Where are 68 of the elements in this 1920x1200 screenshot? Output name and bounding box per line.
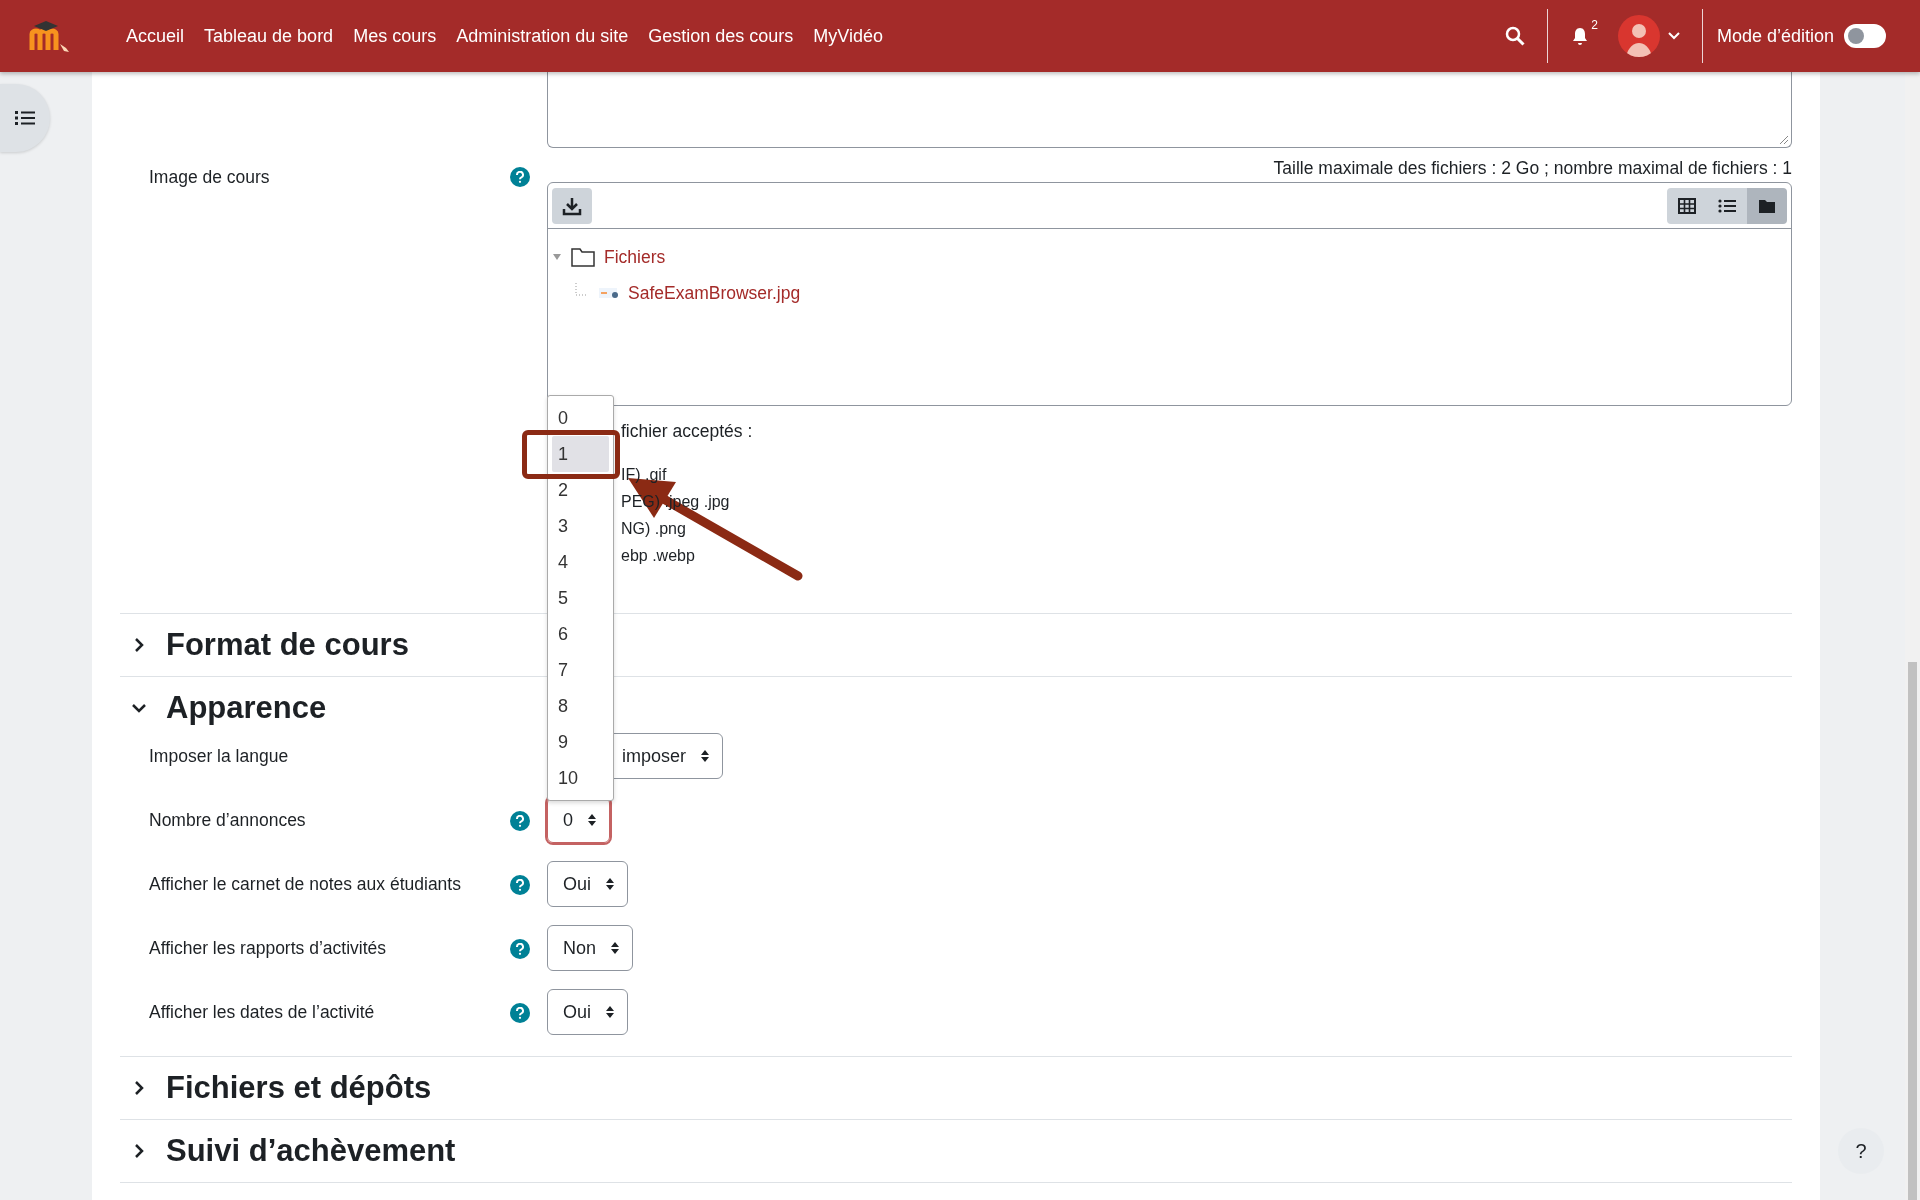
file-type-text: IF) .gif	[621, 465, 667, 485]
dropdown-option[interactable]: 7	[552, 652, 609, 688]
select-field[interactable]: 0	[547, 797, 610, 843]
edit-mode-label: Mode d’édition	[1716, 25, 1834, 47]
resize-grip-icon[interactable]	[1777, 133, 1789, 145]
dropdown-option[interactable]: 5	[552, 580, 609, 616]
section-heading[interactable]: Fichiers et dépôts	[166, 1070, 432, 1106]
caret-icon[interactable]	[1667, 32, 1680, 40]
file-limit-text: Taille maximale des fichiers : 2 Go ; nombre maximal de fichiers : 1	[1272, 157, 1792, 180]
folder-view-icon	[1758, 197, 1776, 214]
dropdown-option[interactable]: 0	[552, 400, 609, 436]
folder-link[interactable]: Fichiers	[604, 246, 666, 268]
dropdown-option[interactable]: 4	[552, 544, 609, 580]
dropdown-option[interactable]: 6	[552, 616, 609, 652]
help-icon[interactable]	[510, 167, 530, 187]
help-button[interactable]: ?	[1838, 1128, 1884, 1174]
list-icon	[15, 110, 35, 126]
select-field[interactable]: Non	[547, 925, 634, 971]
field-label: Nombre d’annonces	[149, 809, 307, 832]
field-label: Afficher les rapports d’activités	[149, 937, 387, 960]
dropdown-option[interactable]: 3	[552, 508, 609, 544]
select-field[interactable]: Oui	[547, 861, 628, 907]
dropdown-option[interactable]: 8	[552, 688, 609, 724]
help-icon[interactable]	[510, 811, 530, 831]
scrollbar-thumb[interactable]	[1908, 662, 1917, 1200]
drawer-toggle-button[interactable]	[0, 84, 50, 152]
nav-link[interactable]: Gestion des cours	[638, 25, 804, 47]
file-type-text: ebp .webp	[621, 546, 695, 566]
file-link[interactable]: SafeExamBrowser.jpg	[628, 282, 801, 304]
section-heading[interactable]: Suivi d’achèvement	[166, 1133, 456, 1169]
nav-link[interactable]: MyVidéo	[803, 25, 894, 47]
download-button[interactable]	[552, 187, 592, 224]
user-avatar[interactable]	[1617, 15, 1660, 57]
section-heading[interactable]: Format de cours	[166, 627, 409, 663]
sort-caret-icon	[700, 749, 711, 763]
nav-link[interactable]: Tableau de bord	[194, 25, 344, 47]
notification-count: 2	[1591, 18, 1598, 32]
edit-mode-toggle[interactable]	[1844, 24, 1886, 48]
download-icon	[562, 195, 582, 216]
folder-icon	[570, 246, 596, 268]
search-icon[interactable]	[1504, 26, 1525, 46]
section-heading[interactable]: Apparence	[166, 690, 327, 726]
file-type-text: NG) .png	[621, 519, 686, 539]
accepted-types-label: fichier acceptés :	[621, 420, 753, 443]
field-label: Afficher les dates de l’activité	[149, 1001, 376, 1024]
expanded-triangle-icon[interactable]	[552, 252, 562, 262]
sort-caret-icon	[605, 1005, 615, 1019]
dropdown-option[interactable]: 2	[552, 472, 609, 508]
list-view-icon	[1718, 197, 1736, 214]
sort-caret-icon	[587, 813, 597, 827]
select-field[interactable]: Oui	[547, 989, 628, 1035]
help-icon[interactable]	[510, 875, 530, 895]
view-toggle[interactable]	[1667, 187, 1707, 224]
view-toggle[interactable]	[1747, 187, 1787, 224]
field-label: Imposer la langue	[149, 745, 290, 768]
field-label: Image de cours	[149, 166, 271, 189]
nav-link[interactable]: Administration du site	[446, 25, 639, 47]
sort-caret-icon	[605, 877, 615, 891]
nav-link[interactable]: Accueil	[116, 25, 195, 47]
view-toggle[interactable]	[1707, 187, 1747, 224]
dropdown-option[interactable]: 1	[552, 436, 609, 472]
grid-view-icon	[1678, 197, 1696, 214]
field-label: Afficher le carnet de notes aux étudiants	[149, 873, 462, 896]
nav-link[interactable]: Mes cours	[343, 25, 447, 47]
image-thumbnail-icon	[598, 285, 620, 301]
sort-caret-icon	[610, 941, 621, 955]
help-icon[interactable]	[510, 939, 530, 959]
help-icon[interactable]	[510, 1003, 530, 1023]
